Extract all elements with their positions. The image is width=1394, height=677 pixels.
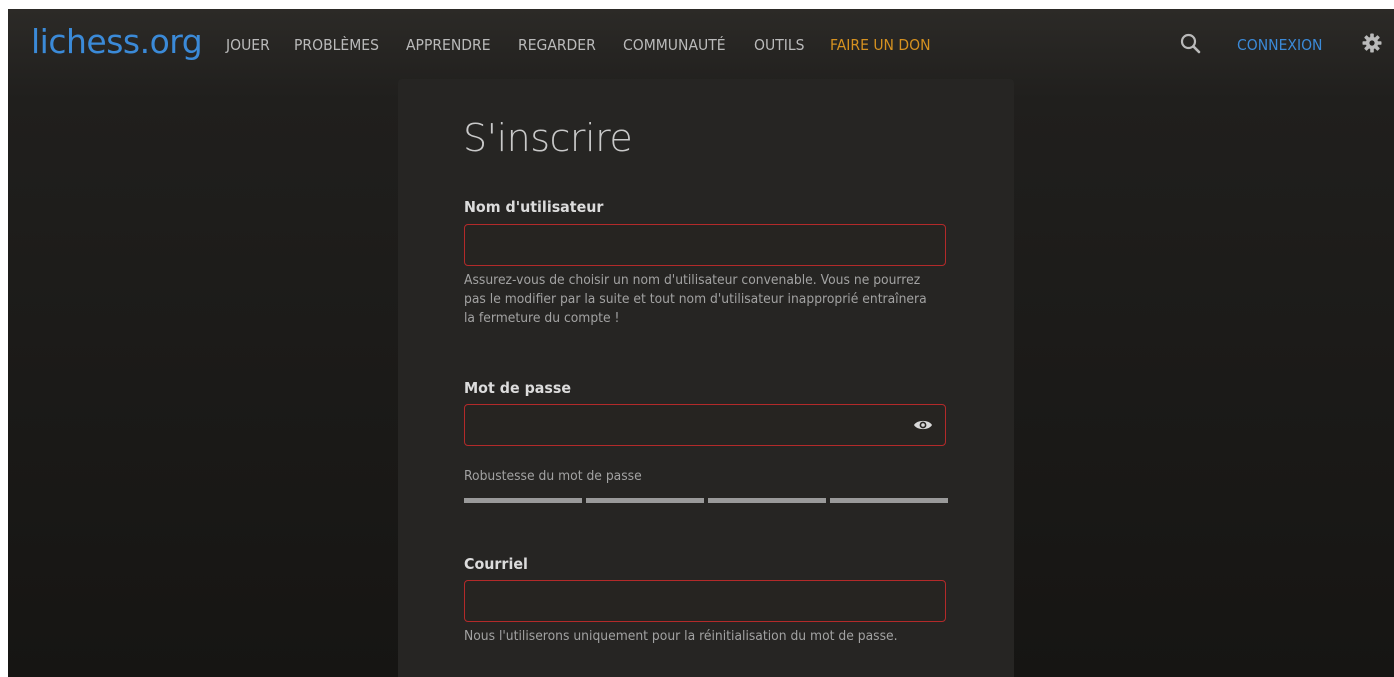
- settings-button[interactable]: [1360, 31, 1384, 55]
- password-label: Mot de passe: [464, 379, 572, 397]
- gear-icon: [1362, 33, 1382, 53]
- main-nav: JOUER PROBLÈMES APPRENDRE REGARDER COMMU…: [226, 36, 959, 54]
- nav-item-communaute[interactable]: COMMUNAUTÉ: [623, 36, 726, 54]
- password-strength-label: Robustesse du mot de passe: [464, 469, 642, 484]
- nav-item-regarder[interactable]: REGARDER: [518, 36, 596, 54]
- username-help-text: Assurez-vous de choisir un nom d'utilisa…: [464, 273, 927, 326]
- login-link[interactable]: CONNEXION: [1237, 36, 1323, 54]
- top-navigation-bar: lichess.org JOUER PROBLÈMES APPRENDRE RE…: [8, 9, 1394, 79]
- search-button[interactable]: [1178, 31, 1204, 57]
- email-input[interactable]: [464, 580, 946, 622]
- nav-item-apprendre[interactable]: APPRENDRE: [406, 36, 491, 54]
- search-icon: [1180, 33, 1201, 54]
- strength-segment: [586, 498, 704, 503]
- email-help-text: Nous l'utiliserons uniquement pour la ré…: [464, 629, 898, 644]
- site-logo[interactable]: lichess.org: [31, 22, 203, 61]
- username-input[interactable]: [464, 224, 946, 266]
- nav-item-outils[interactable]: OUTILS: [754, 36, 804, 54]
- eye-icon[interactable]: [913, 417, 933, 433]
- strength-segment: [830, 498, 948, 503]
- password-strength-meter: [464, 498, 948, 503]
- strength-segment: [708, 498, 826, 503]
- username-label: Nom d'utilisateur: [464, 198, 604, 216]
- nav-item-donate[interactable]: FAIRE UN DON: [830, 36, 931, 54]
- nav-item-problemes[interactable]: PROBLÈMES: [294, 36, 379, 54]
- email-label: Courriel: [464, 555, 528, 573]
- page-title: S'inscrire: [463, 116, 633, 160]
- signup-panel: S'inscrire Nom d'utilisateur Assurez-vou…: [398, 79, 1014, 677]
- password-input[interactable]: [464, 404, 946, 446]
- nav-item-jouer[interactable]: JOUER: [226, 36, 270, 54]
- page: lichess.org JOUER PROBLÈMES APPRENDRE RE…: [8, 9, 1394, 677]
- strength-segment: [464, 498, 582, 503]
